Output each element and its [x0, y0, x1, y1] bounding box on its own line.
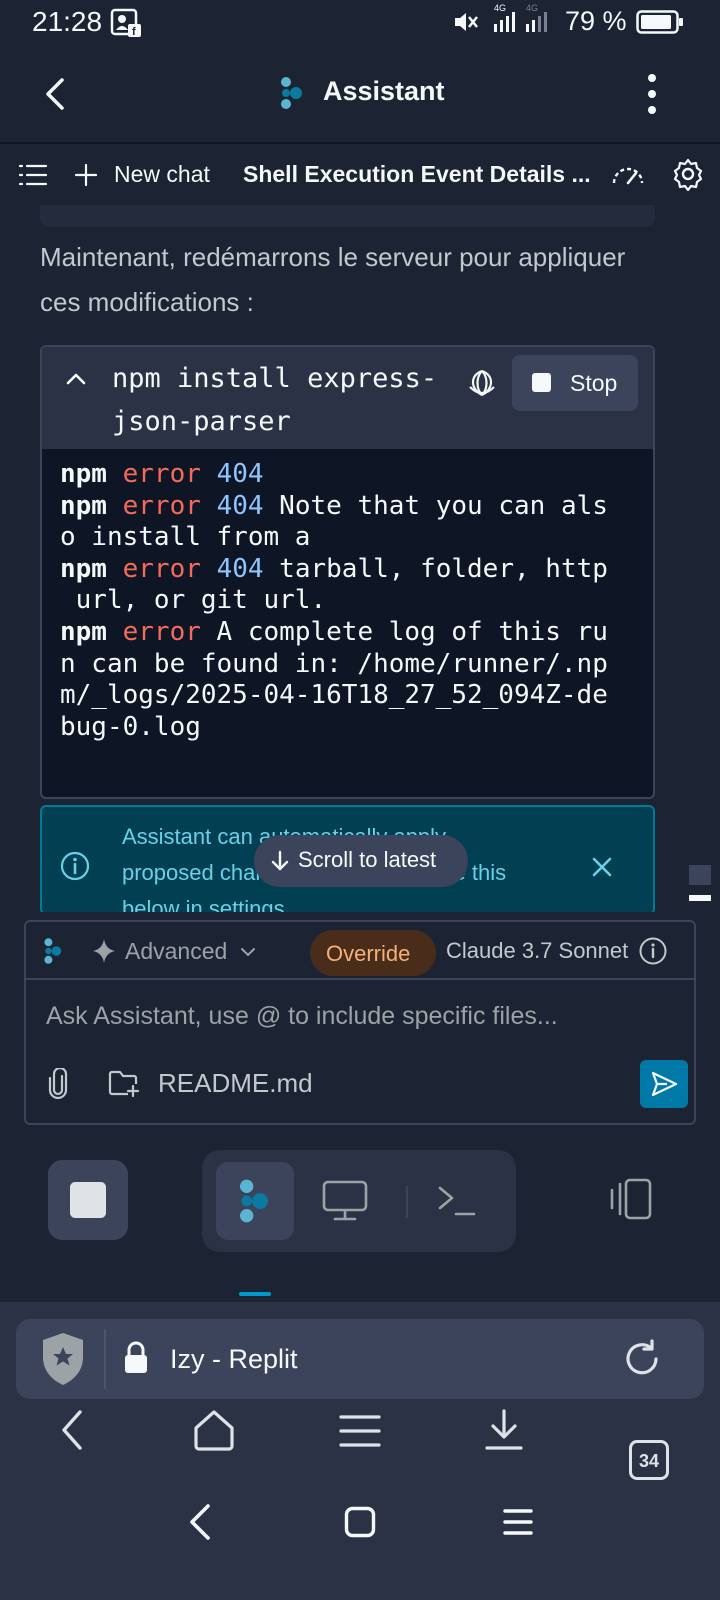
- close-banner-icon[interactable]: [590, 855, 614, 879]
- assistant-small-logo-icon: [42, 936, 66, 966]
- sparkle-icon: [92, 938, 116, 964]
- status-bar: 21:28 f 4G 4G 79 %: [0, 0, 720, 44]
- browser-menu-icon[interactable]: [338, 1414, 382, 1448]
- status-time: 21:28: [32, 6, 103, 37]
- output-npm: npm: [60, 459, 107, 489]
- browser-back-icon[interactable]: [56, 1408, 88, 1452]
- svg-text:f: f: [132, 26, 136, 38]
- network-label: 4G: [494, 3, 506, 13]
- composer: Advanced Override Claude 3.7 Sonnet Ask …: [24, 920, 696, 1125]
- output-line: npm error 404: [60, 459, 640, 491]
- browser-home-icon[interactable]: [192, 1408, 236, 1452]
- shell-loading-icon: [466, 367, 498, 399]
- stop-icon: [532, 373, 551, 392]
- shell-command-header[interactable]: npm install express-json-parser Stop: [42, 347, 653, 449]
- send-icon: [650, 1070, 678, 1098]
- assistant-pane-tab[interactable]: [216, 1162, 294, 1240]
- prompt-input[interactable]: Ask Assistant, use @ to include specific…: [46, 1002, 558, 1031]
- browser-chrome: Izy - Replit 34: [0, 1302, 720, 1600]
- attached-file-name[interactable]: README.md: [158, 1068, 313, 1099]
- output-line: npm error A complete log of this ru n ca…: [60, 617, 640, 743]
- shell-output: npm error 404 npm error 404 Note that you…: [60, 459, 640, 743]
- pane-switcher: [202, 1150, 516, 1252]
- stop-square-icon: [70, 1182, 106, 1218]
- output-code: 404: [216, 459, 264, 489]
- info-icon: [60, 851, 90, 881]
- plus-icon[interactable]: [74, 163, 98, 187]
- app-header: Assistant: [0, 44, 720, 144]
- output-npm: npm: [60, 553, 107, 584]
- stop-button[interactable]: Stop: [512, 355, 638, 411]
- speedometer-icon[interactable]: [610, 161, 646, 189]
- output-line: npm error 404 tarball, folder, http url,…: [60, 554, 640, 617]
- layout-switch-icon[interactable]: [606, 1178, 654, 1220]
- more-options-icon[interactable]: [646, 72, 658, 116]
- shield-icon[interactable]: [40, 1331, 86, 1387]
- output-error: error: [122, 553, 201, 584]
- scrollbar-marker: [689, 895, 711, 901]
- chat-toolbar: New chat Shell Execution Event Details .…: [0, 145, 720, 205]
- address-bar[interactable]: Izy - Replit: [16, 1319, 704, 1399]
- override-label: Override: [326, 941, 411, 966]
- reload-icon[interactable]: [620, 1337, 664, 1381]
- output-error: error: [122, 459, 201, 489]
- arrow-down-icon: [270, 849, 290, 873]
- mute-icon: [452, 10, 478, 34]
- output-code: 404: [216, 553, 264, 584]
- output-code: 404: [216, 490, 264, 521]
- webview-tab-icon[interactable]: [322, 1180, 368, 1222]
- output-error: error: [122, 490, 201, 521]
- tab-count-button[interactable]: 34: [629, 1440, 669, 1480]
- chevron-up-icon[interactable]: [64, 369, 88, 387]
- pane-divider: [406, 1186, 408, 1218]
- scrollbar-thumb[interactable]: [689, 865, 711, 885]
- output-error: error: [122, 616, 201, 647]
- svg-text:4G: 4G: [526, 3, 538, 13]
- attach-paperclip-icon[interactable]: [46, 1068, 70, 1100]
- folder-add-icon[interactable]: [108, 1068, 140, 1098]
- download-icon[interactable]: [484, 1408, 524, 1452]
- signal-icon: 4G 4G: [492, 2, 554, 36]
- output-npm: npm: [60, 616, 107, 647]
- send-button[interactable]: [640, 1060, 688, 1108]
- battery-icon: [636, 10, 684, 34]
- shell-tab-icon[interactable]: [436, 1184, 478, 1218]
- model-info-icon[interactable]: [638, 936, 668, 966]
- previous-message-card: [40, 205, 655, 227]
- chat-title[interactable]: Shell Execution Event Details ...: [243, 161, 591, 188]
- back-button[interactable]: [38, 74, 74, 114]
- stop-run-button[interactable]: [48, 1160, 128, 1240]
- assistant-message: Maintenant, redémarrons le serveur pour …: [40, 242, 626, 317]
- settings-gear-icon[interactable]: [671, 157, 705, 191]
- output-line: npm error 404 Note that you can als o in…: [60, 491, 640, 554]
- app-dock: [0, 1140, 720, 1296]
- composer-options-bar: Advanced Override Claude 3.7 Sonnet: [26, 922, 694, 980]
- page-title: Assistant: [323, 76, 445, 106]
- assistant-logo-icon: [278, 76, 308, 110]
- tab-count: 34: [638, 1451, 660, 1471]
- assistant-tab-icon: [236, 1176, 276, 1226]
- model-label: Claude 3.7 Sonnet: [446, 938, 629, 963]
- active-pane-indicator: [239, 1292, 271, 1296]
- shell-command-block: npm install express-json-parser Stop npm…: [40, 345, 655, 799]
- page-title-in-address-bar[interactable]: Izy - Replit: [170, 1344, 298, 1375]
- output-npm: npm: [60, 490, 107, 521]
- mode-selector[interactable]: Advanced: [125, 938, 227, 965]
- system-recents-icon[interactable]: [502, 1508, 534, 1536]
- chat-history-menu-icon[interactable]: [18, 163, 48, 187]
- battery-percentage: 79 %: [565, 6, 627, 36]
- override-button[interactable]: Override: [310, 930, 436, 976]
- system-home-icon[interactable]: [344, 1506, 376, 1538]
- shell-command-text: npm install express-json-parser: [112, 363, 438, 437]
- system-back-icon[interactable]: [186, 1502, 214, 1542]
- stop-label: Stop: [570, 370, 618, 396]
- scroll-to-latest-button[interactable]: Scroll to latest: [254, 835, 468, 887]
- new-chat-button[interactable]: New chat: [114, 161, 210, 188]
- chat-area[interactable]: Maintenant, redémarrons le serveur pour …: [0, 205, 720, 912]
- notification-icon: f: [110, 8, 142, 38]
- lock-icon: [122, 1341, 150, 1375]
- address-bar-divider: [104, 1329, 106, 1389]
- chevron-down-icon[interactable]: [240, 946, 256, 958]
- scroll-to-latest-label: Scroll to latest: [298, 847, 437, 872]
